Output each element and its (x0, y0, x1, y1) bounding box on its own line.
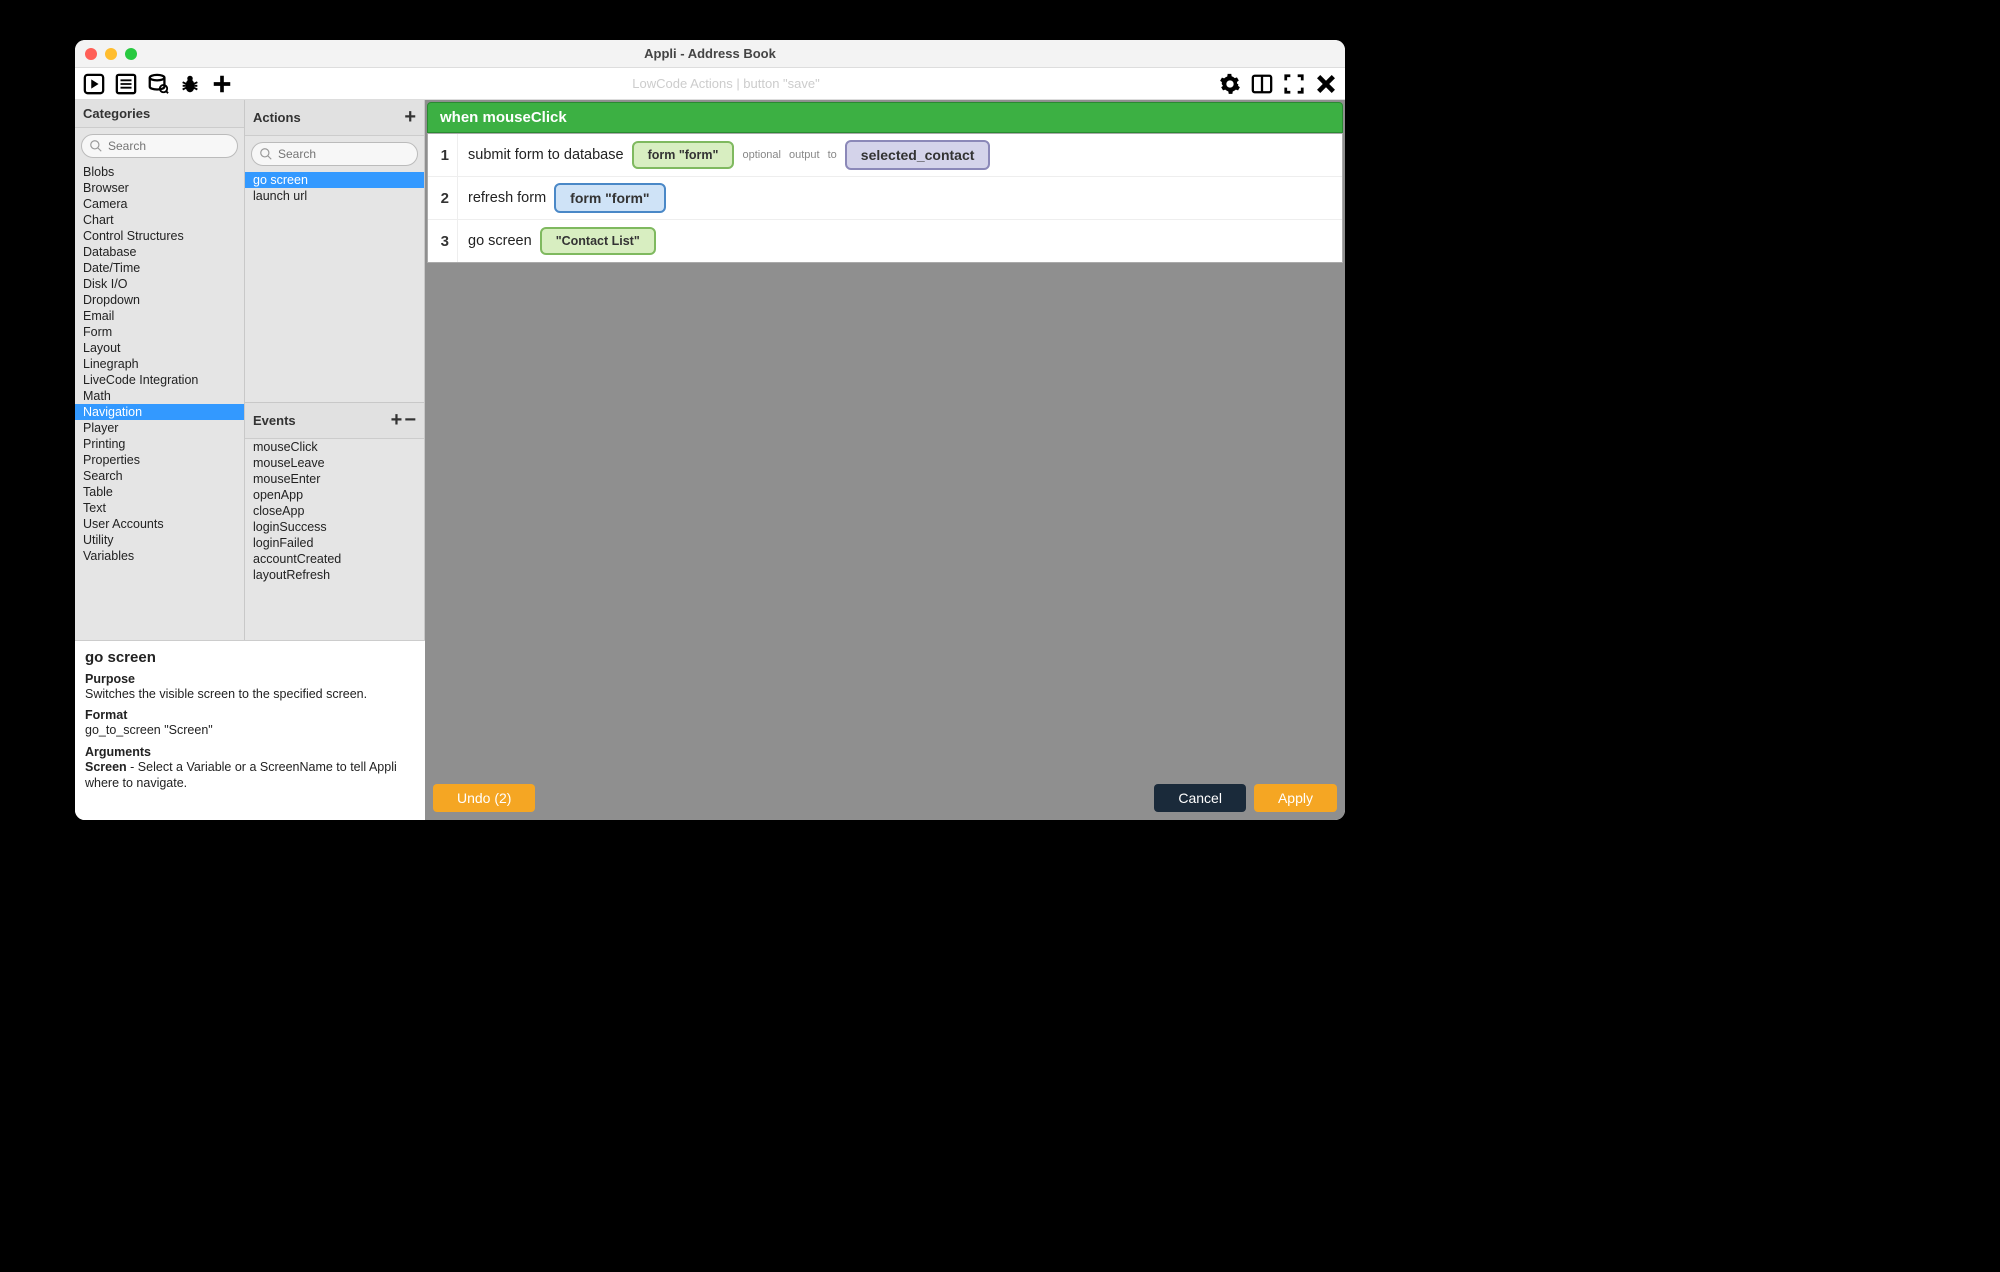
list-item[interactable]: accountCreated (245, 551, 424, 567)
minimize-window-icon[interactable] (105, 48, 117, 60)
step-text: submit form to database (468, 147, 624, 163)
add-action-icon[interactable]: + (404, 106, 416, 129)
categories-search-input[interactable] (81, 134, 238, 158)
step-optional-text: output (789, 149, 820, 161)
actions-list: go screenlaunch url (245, 172, 424, 402)
step-text: go screen (468, 233, 532, 249)
apply-button[interactable]: Apply (1254, 784, 1337, 812)
step-number: 3 (428, 220, 458, 262)
list-item[interactable]: Printing (75, 436, 244, 452)
titlebar: Appli - Address Book (75, 40, 1345, 68)
list-item[interactable]: Chart (75, 212, 244, 228)
toolbar-subtitle: LowCode Actions | button "save" (233, 76, 1219, 91)
undo-button[interactable]: Undo (2) (433, 784, 535, 812)
list-item[interactable]: Math (75, 388, 244, 404)
list-item[interactable]: mouseEnter (245, 471, 424, 487)
list-item[interactable]: Utility (75, 532, 244, 548)
footer-bar: Undo (2) Cancel Apply (425, 776, 1345, 820)
list-item[interactable]: Table (75, 484, 244, 500)
info-panel: go screen Purpose Switches the visible s… (75, 640, 425, 820)
event-block-header[interactable]: when mouseClick (427, 102, 1343, 133)
app-window: Appli - Address Book LowCode Actions | b… (75, 40, 1345, 820)
split-view-icon[interactable] (1251, 73, 1273, 95)
step-number: 1 (428, 134, 458, 176)
actions-header: Actions + (245, 100, 424, 136)
list-item[interactable]: Camera (75, 196, 244, 212)
list-icon[interactable] (115, 73, 137, 95)
list-item[interactable]: Form (75, 324, 244, 340)
step-optional-text: optional (742, 149, 781, 161)
list-item[interactable]: User Accounts (75, 516, 244, 532)
flow-editor: when mouseClick 1submit form to database… (425, 100, 1345, 820)
gear-icon[interactable] (1219, 73, 1241, 95)
play-icon[interactable] (83, 73, 105, 95)
list-item[interactable]: Disk I/O (75, 276, 244, 292)
list-item[interactable]: loginFailed (245, 535, 424, 551)
list-item[interactable]: Blobs (75, 164, 244, 180)
steps-list: 1 submit form to database form "form" optio… (427, 133, 1343, 263)
list-item[interactable]: mouseClick (245, 439, 424, 455)
step-row[interactable]: 2 refresh form form "form" (428, 177, 1342, 220)
plus-icon[interactable] (211, 73, 233, 95)
remove-event-icon[interactable]: − (404, 409, 416, 432)
list-item[interactable]: Database (75, 244, 244, 260)
bug-icon[interactable] (179, 73, 201, 95)
step-body: go screen "Contact List" (458, 221, 666, 261)
list-item[interactable]: Variables (75, 548, 244, 564)
list-item[interactable]: mouseLeave (245, 455, 424, 471)
list-item[interactable]: Dropdown (75, 292, 244, 308)
step-row[interactable]: 3 go screen "Contact List" (428, 220, 1342, 262)
close-window-icon[interactable] (85, 48, 97, 60)
step-row[interactable]: 1 submit form to database form "form" optio… (428, 134, 1342, 177)
categories-list: BlobsBrowserCameraChartControl Structure… (75, 164, 244, 640)
categories-panel: Categories BlobsBrowserCameraChartContro… (75, 100, 245, 640)
list-item[interactable]: loginSuccess (245, 519, 424, 535)
categories-header: Categories (75, 100, 244, 128)
list-item[interactable]: go screen (245, 172, 424, 188)
list-item[interactable]: Browser (75, 180, 244, 196)
toolbar: LowCode Actions | button "save" (75, 68, 1345, 100)
info-title: go screen (85, 649, 415, 666)
events-list: mouseClickmouseLeavemouseEnteropenAppclo… (245, 439, 424, 640)
list-item[interactable]: Control Structures (75, 228, 244, 244)
step-text: refresh form (468, 190, 546, 206)
step-body: refresh form form "form" (458, 177, 676, 219)
list-item[interactable]: closeApp (245, 503, 424, 519)
window-title: Appli - Address Book (75, 46, 1345, 61)
database-icon[interactable] (147, 73, 169, 95)
list-item[interactable]: LiveCode Integration (75, 372, 244, 388)
step-chip[interactable]: "Contact List" (540, 227, 656, 255)
events-header: Events + − (245, 403, 424, 439)
list-item[interactable]: launch url (245, 188, 424, 204)
fullscreen-icon[interactable] (1283, 73, 1305, 95)
step-chip[interactable]: selected_contact (845, 140, 991, 170)
step-number: 2 (428, 177, 458, 219)
actions-panel: Actions + go screenlaunch url Events + − (245, 100, 425, 640)
list-item[interactable]: Date/Time (75, 260, 244, 276)
events-panel: Events + − mouseClickmouseLeavemouseEnte… (245, 402, 424, 640)
step-body: submit form to database form "form" option… (458, 134, 1000, 176)
maximize-window-icon[interactable] (125, 48, 137, 60)
list-item[interactable]: Search (75, 468, 244, 484)
list-item[interactable]: Navigation (75, 404, 244, 420)
list-item[interactable]: Email (75, 308, 244, 324)
list-item[interactable]: Linegraph (75, 356, 244, 372)
list-item[interactable]: Layout (75, 340, 244, 356)
step-optional-text: to (828, 149, 837, 161)
add-event-icon[interactable]: + (391, 409, 403, 432)
window-controls (85, 48, 137, 60)
list-item[interactable]: Text (75, 500, 244, 516)
list-item[interactable]: Properties (75, 452, 244, 468)
step-chip[interactable]: form "form" (632, 141, 735, 169)
step-chip[interactable]: form "form" (554, 183, 665, 213)
list-item[interactable]: openApp (245, 487, 424, 503)
close-icon[interactable] (1315, 73, 1337, 95)
cancel-button[interactable]: Cancel (1154, 784, 1246, 812)
actions-search-input[interactable] (251, 142, 418, 166)
list-item[interactable]: Player (75, 420, 244, 436)
list-item[interactable]: layoutRefresh (245, 567, 424, 583)
